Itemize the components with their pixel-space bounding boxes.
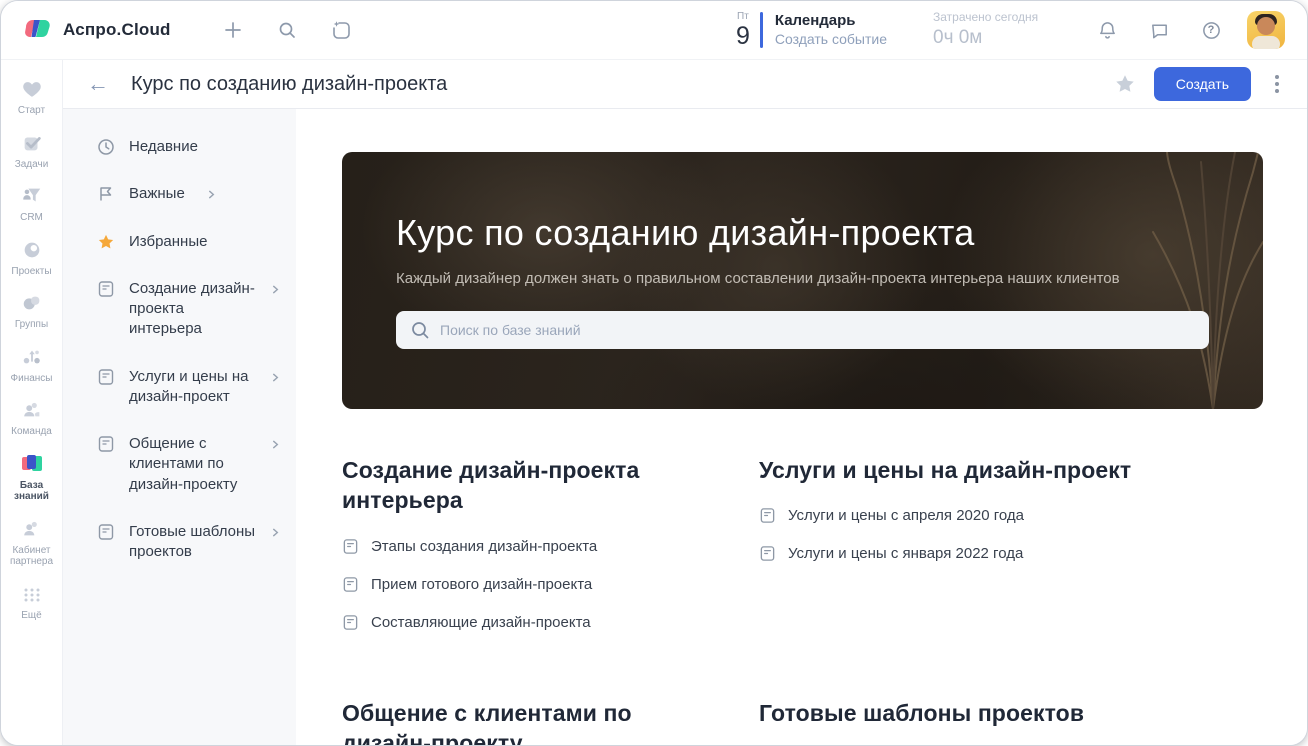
nav-start[interactable]: Старт [2, 70, 62, 124]
sidebar-item-section-1[interactable]: Создание дизайн-проекта интерьера [97, 279, 280, 340]
favorite-star-icon[interactable] [1114, 73, 1136, 95]
nav-projects[interactable]: Проекты [2, 231, 62, 285]
chevron-right-icon[interactable] [271, 436, 280, 454]
time-spent-value: 0ч 0м [933, 28, 1063, 49]
brand[interactable]: Аспро.Cloud [23, 17, 171, 43]
nav-team[interactable]: Команда [2, 391, 62, 445]
kb-sections: Создание дизайн-проекта интерьера Этапы … [342, 455, 1263, 746]
kb-sidebar: Недавние Важные Избранные Создание дизай… [63, 109, 296, 746]
kb-search-input[interactable] [440, 322, 1195, 338]
funnel-icon [21, 184, 43, 208]
check-icon [21, 131, 43, 155]
notifications-bell-icon[interactable] [1093, 16, 1121, 44]
time-spent-label: Затрачено сегодня [933, 11, 1063, 24]
article-link[interactable]: Услуги и цены с апреля 2020 года [759, 507, 1263, 524]
flag-icon [97, 185, 115, 203]
nav-more[interactable]: Ещё [2, 575, 62, 629]
kb-search-bar[interactable] [396, 311, 1209, 349]
sidebar-item-section-3[interactable]: Общение с клиентами по дизайн-проекту [97, 434, 280, 495]
nav-knowledge-base[interactable]: База знаний [2, 445, 62, 510]
calendar-accent-bar [760, 12, 763, 48]
weekday-label: Пт [737, 12, 749, 22]
more-options-kebab-icon[interactable] [1269, 71, 1285, 97]
star-icon [97, 233, 115, 251]
shapes-icon [21, 291, 43, 315]
create-button[interactable]: Создать [1154, 67, 1251, 101]
chevron-right-icon[interactable] [271, 281, 280, 299]
article-link[interactable]: Прием готового дизайн-проекта [342, 576, 719, 593]
nav-groups[interactable]: Группы [2, 284, 62, 338]
document-icon [342, 614, 359, 631]
nav-partner-cabinet[interactable]: Кабинет партнера [2, 510, 62, 575]
article-link[interactable]: Составляющие дизайн-проекта [342, 614, 719, 631]
document-icon [342, 538, 359, 555]
left-nav-rail: Старт Задачи CRM Проекты Группы Финансы [1, 60, 63, 746]
sidebar-item-important[interactable]: Важные [97, 184, 280, 204]
help-glyph: ? [1208, 24, 1215, 36]
add-icon[interactable] [219, 16, 247, 44]
chevron-right-icon[interactable] [271, 369, 280, 387]
brand-name: Аспро.Cloud [63, 20, 171, 40]
donut-icon [21, 238, 43, 262]
search-icon[interactable] [273, 16, 301, 44]
hero-title: Курс по созданию дизайн-проекта [396, 212, 1209, 254]
sidebar-item-section-4[interactable]: Готовые шаблоны проектов [97, 522, 280, 563]
document-icon [97, 280, 115, 298]
section-title[interactable]: Услуги и цены на дизайн-проект [759, 455, 1263, 485]
main-content: Курс по созданию дизайн-проекта Каждый д… [296, 109, 1307, 746]
people-icon [21, 517, 43, 541]
sidebar-item-section-2[interactable]: Услуги и цены на дизайн-проект [97, 367, 280, 408]
help-icon[interactable]: ? [1197, 16, 1225, 44]
section-title[interactable]: Готовые шаблоны проектов [759, 698, 1263, 728]
document-icon [759, 507, 776, 524]
nav-finance[interactable]: Финансы [2, 338, 62, 392]
heart-icon [21, 77, 43, 101]
section-card: Общение с клиентами по дизайн-проекту За… [342, 698, 719, 746]
hero-banner: Курс по созданию дизайн-проекта Каждый д… [342, 152, 1263, 409]
chat-icon[interactable] [1145, 16, 1173, 44]
document-icon [342, 576, 359, 593]
nav-crm[interactable]: CRM [2, 177, 62, 231]
chevron-right-icon[interactable] [271, 524, 280, 542]
section-card: Создание дизайн-проекта интерьера Этапы … [342, 455, 719, 652]
clock-icon [97, 138, 115, 156]
hero-subtitle: Каждый дизайнер должен знать о правильно… [396, 270, 1209, 287]
document-icon [97, 523, 115, 541]
document-icon [97, 368, 115, 386]
people-icon [21, 398, 43, 422]
page-header: ← Курс по созданию дизайн-проекта Создат… [63, 60, 1307, 109]
search-icon [410, 320, 430, 340]
chevron-right-icon [207, 186, 216, 204]
section-card: Услуги и цены на дизайн-проект Услуги и … [759, 455, 1263, 583]
section-title[interactable]: Создание дизайн-проекта интерьера [342, 455, 719, 516]
document-icon [759, 545, 776, 562]
section-title[interactable]: Общение с клиентами по дизайн-проекту [342, 698, 719, 746]
document-icon [97, 435, 115, 453]
app-window: Аспро.Cloud Пт 9 Календарь [0, 0, 1308, 746]
aspro-logo-icon [23, 17, 53, 43]
growth-icon [21, 345, 43, 369]
create-event-link[interactable]: Создать событие [775, 32, 887, 47]
sidebar-item-favorites[interactable]: Избранные [97, 232, 280, 252]
calendar-date[interactable]: Пт 9 [736, 12, 750, 49]
section-card: Готовые шаблоны проектов Студия Киселева… [759, 698, 1263, 746]
knowledge-base-icon [20, 452, 44, 476]
topbar: Аспро.Cloud Пт 9 Календарь [1, 1, 1307, 60]
calendar-title[interactable]: Календарь [775, 13, 887, 30]
sidebar-item-recent[interactable]: Недавние [97, 137, 280, 157]
user-avatar[interactable] [1247, 11, 1285, 49]
article-link[interactable]: Услуги и цены с января 2022 года [759, 545, 1263, 562]
back-arrow-icon[interactable]: ← [87, 73, 109, 95]
whats-new-icon[interactable] [327, 16, 355, 44]
nav-tasks[interactable]: Задачи [2, 124, 62, 178]
day-number: 9 [736, 24, 750, 49]
dots-grid-icon [22, 582, 42, 606]
article-link[interactable]: Этапы создания дизайн-проекта [342, 538, 719, 555]
page-title: Курс по созданию дизайн-проекта [131, 73, 447, 96]
